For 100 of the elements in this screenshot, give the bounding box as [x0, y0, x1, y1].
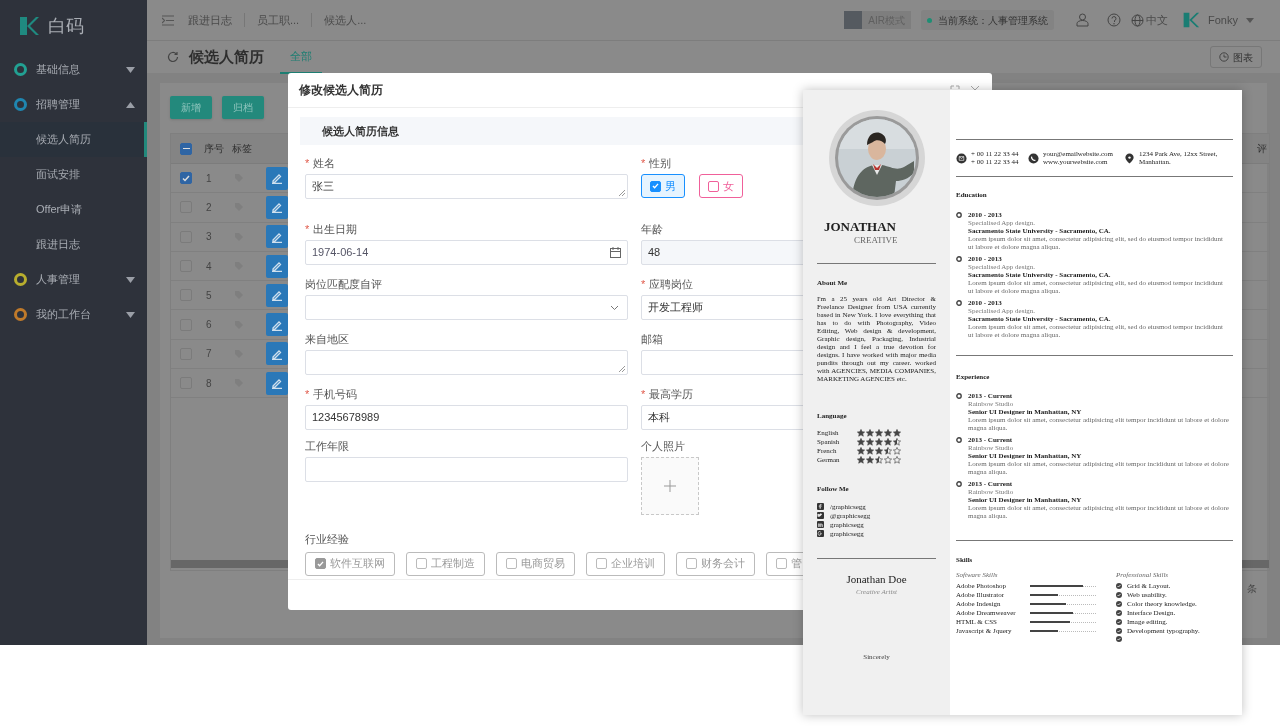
row-number: 1: [206, 171, 213, 186]
column-header: 标签: [232, 142, 253, 156]
caret-icon: [1246, 17, 1254, 23]
checkmark-icon: [652, 183, 659, 189]
industry-option[interactable]: 工程制造: [406, 551, 485, 576]
user-menu[interactable]: Fonky: [1208, 11, 1254, 29]
field-label: 年龄: [641, 221, 663, 237]
action-button[interactable]: 归档: [222, 96, 264, 119]
field-label: 工作年限: [305, 438, 349, 454]
column-header: 评: [1257, 142, 1268, 156]
edit-button[interactable]: [266, 225, 288, 249]
field-label: 来自地区: [305, 331, 349, 347]
resize-handle-icon: [619, 366, 625, 372]
column-header: 序号: [204, 142, 225, 156]
logo-icon: [18, 15, 40, 37]
edit-button[interactable]: [266, 283, 288, 307]
resume-subtitle: CREATIVE: [854, 234, 899, 246]
row-number: 8: [206, 376, 213, 391]
select-field[interactable]: [305, 295, 628, 320]
pinterest-icon: [817, 530, 824, 537]
submenu-item[interactable]: Offer申请: [0, 192, 147, 227]
bullet-icon: [956, 481, 962, 487]
user-icon[interactable]: [1076, 13, 1090, 27]
help-icon[interactable]: [1107, 13, 1122, 27]
row-number: 5: [206, 288, 213, 303]
modal-title: 修改候选人简历: [299, 82, 383, 99]
text-area[interactable]: [305, 350, 628, 375]
required-mark: *: [305, 155, 310, 171]
field-label: 个人照片: [641, 438, 685, 454]
required-mark: *: [641, 155, 646, 171]
text-area[interactable]: 张三: [305, 174, 628, 199]
field-label: 岗位匹配度自评: [305, 276, 382, 292]
language-selector[interactable]: 中文: [1131, 11, 1169, 29]
checkmark-icon: [182, 174, 190, 182]
submenu-item[interactable]: 跟进日志: [0, 227, 147, 262]
input-field[interactable]: [305, 457, 628, 482]
chevron-down-icon: [610, 304, 619, 311]
bullet-icon: [956, 299, 962, 306]
industry-option[interactable]: 财务会计: [676, 551, 755, 576]
submenu-item[interactable]: 候选人简历: [0, 122, 147, 157]
caret-icon: [126, 66, 135, 73]
refresh-icon[interactable]: [167, 51, 179, 63]
bullet-icon: [956, 211, 962, 218]
logo-icon: [1182, 11, 1201, 29]
required-mark: *: [305, 386, 310, 402]
photo-upload[interactable]: [641, 457, 699, 515]
menu-item[interactable]: 我的工作台: [0, 297, 147, 332]
edit-button[interactable]: [266, 166, 288, 190]
clock-icon: [1219, 52, 1229, 62]
field-label: 出生日期: [313, 221, 358, 237]
row-number: 7: [206, 347, 213, 362]
input-field[interactable]: 12345678989: [305, 405, 628, 430]
industry-option[interactable]: 电商贸易: [496, 551, 575, 576]
resume-name: JONATHAN: [824, 220, 897, 234]
signature-name: Jonathan Doe: [846, 571, 907, 587]
gender-option[interactable]: 男: [641, 174, 685, 198]
industry-option[interactable]: 软件互联网: [305, 551, 395, 576]
bullet-icon: [956, 393, 962, 399]
calendar-icon: [610, 247, 621, 258]
edit-button[interactable]: [266, 195, 288, 219]
row-number: 2: [206, 200, 213, 215]
menu-item[interactable]: 人事管理: [0, 262, 147, 297]
field-label: 最高学历: [649, 386, 694, 402]
field-label: 邮箱: [641, 331, 663, 347]
field-label: 手机号码: [313, 386, 358, 402]
check-circle-icon: [1116, 628, 1122, 634]
action-button[interactable]: 新增: [170, 96, 212, 119]
phone-icon: [1028, 152, 1039, 164]
menu-item[interactable]: 基础信息: [0, 52, 147, 87]
caret-icon: [126, 311, 135, 318]
edit-button[interactable]: [266, 313, 288, 337]
breadcrumb-tab[interactable]: 候选人...: [324, 11, 367, 29]
field-label: 性别: [649, 155, 672, 171]
field-label: 行业经验: [305, 532, 349, 547]
bullet-icon: [956, 437, 962, 443]
row-number: 6: [206, 318, 213, 333]
gender-option[interactable]: 女: [699, 174, 743, 198]
pencil-icon: [271, 201, 283, 214]
checkbox[interactable]: [180, 172, 192, 185]
industry-option[interactable]: 企业培训: [586, 551, 665, 576]
edit-button[interactable]: [266, 371, 288, 395]
field-label: 应聘岗位: [649, 276, 694, 292]
checkbox[interactable]: [180, 142, 192, 155]
pencil-icon: [271, 289, 283, 302]
caret-icon: [126, 276, 135, 283]
check-circle-icon: [1116, 592, 1122, 598]
edit-button[interactable]: [266, 342, 288, 366]
date-field[interactable]: 1974-06-14: [305, 240, 628, 265]
edit-button[interactable]: [266, 254, 288, 278]
submenu-item[interactable]: 面试安排: [0, 157, 147, 192]
chart-button[interactable]: 图表: [1210, 46, 1262, 68]
system-chip: 当前系统：人事管理系统: [921, 10, 1055, 30]
field-label: 姓名: [313, 155, 336, 171]
pencil-icon: [271, 260, 283, 273]
row-number: 3: [206, 230, 213, 245]
envelope-icon: [956, 152, 967, 164]
required-mark: *: [641, 276, 646, 292]
check-circle-icon: [1116, 601, 1122, 607]
menu-icon[interactable]: [162, 14, 174, 26]
menu-item[interactable]: 招聘管理: [0, 87, 147, 122]
